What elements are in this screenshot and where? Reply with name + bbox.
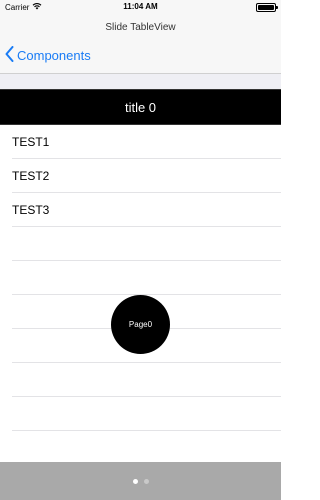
chevron-left-icon	[5, 46, 17, 65]
back-button[interactable]: Components	[5, 46, 91, 65]
page-control[interactable]	[0, 479, 281, 484]
table-row[interactable]: TEST3	[0, 193, 281, 227]
status-time: 11:04 AM	[123, 2, 158, 11]
table-row[interactable]	[0, 227, 281, 261]
table-view[interactable]: TEST1 TEST2 TEST3	[0, 125, 281, 431]
table-row[interactable]	[0, 363, 281, 397]
gray-separator	[0, 74, 281, 89]
page-dot[interactable]	[143, 479, 149, 484]
section-header: title 0	[0, 89, 281, 125]
table-row[interactable]: TEST2	[0, 159, 281, 193]
nav-title: Slide TableView	[105, 22, 176, 33]
page-dot-active[interactable]	[132, 479, 138, 484]
table-row[interactable]	[0, 261, 281, 295]
back-button-label: Components	[17, 48, 91, 63]
bottom-bar	[0, 462, 281, 500]
battery-icon	[256, 3, 278, 12]
status-bar: Carrier 11:04 AM	[0, 0, 281, 14]
table-row[interactable]	[0, 397, 281, 431]
navigation-bar: Slide TableView Components	[0, 14, 281, 74]
table-row[interactable]: TEST1	[0, 125, 281, 159]
page-button[interactable]: Page0	[111, 295, 170, 354]
